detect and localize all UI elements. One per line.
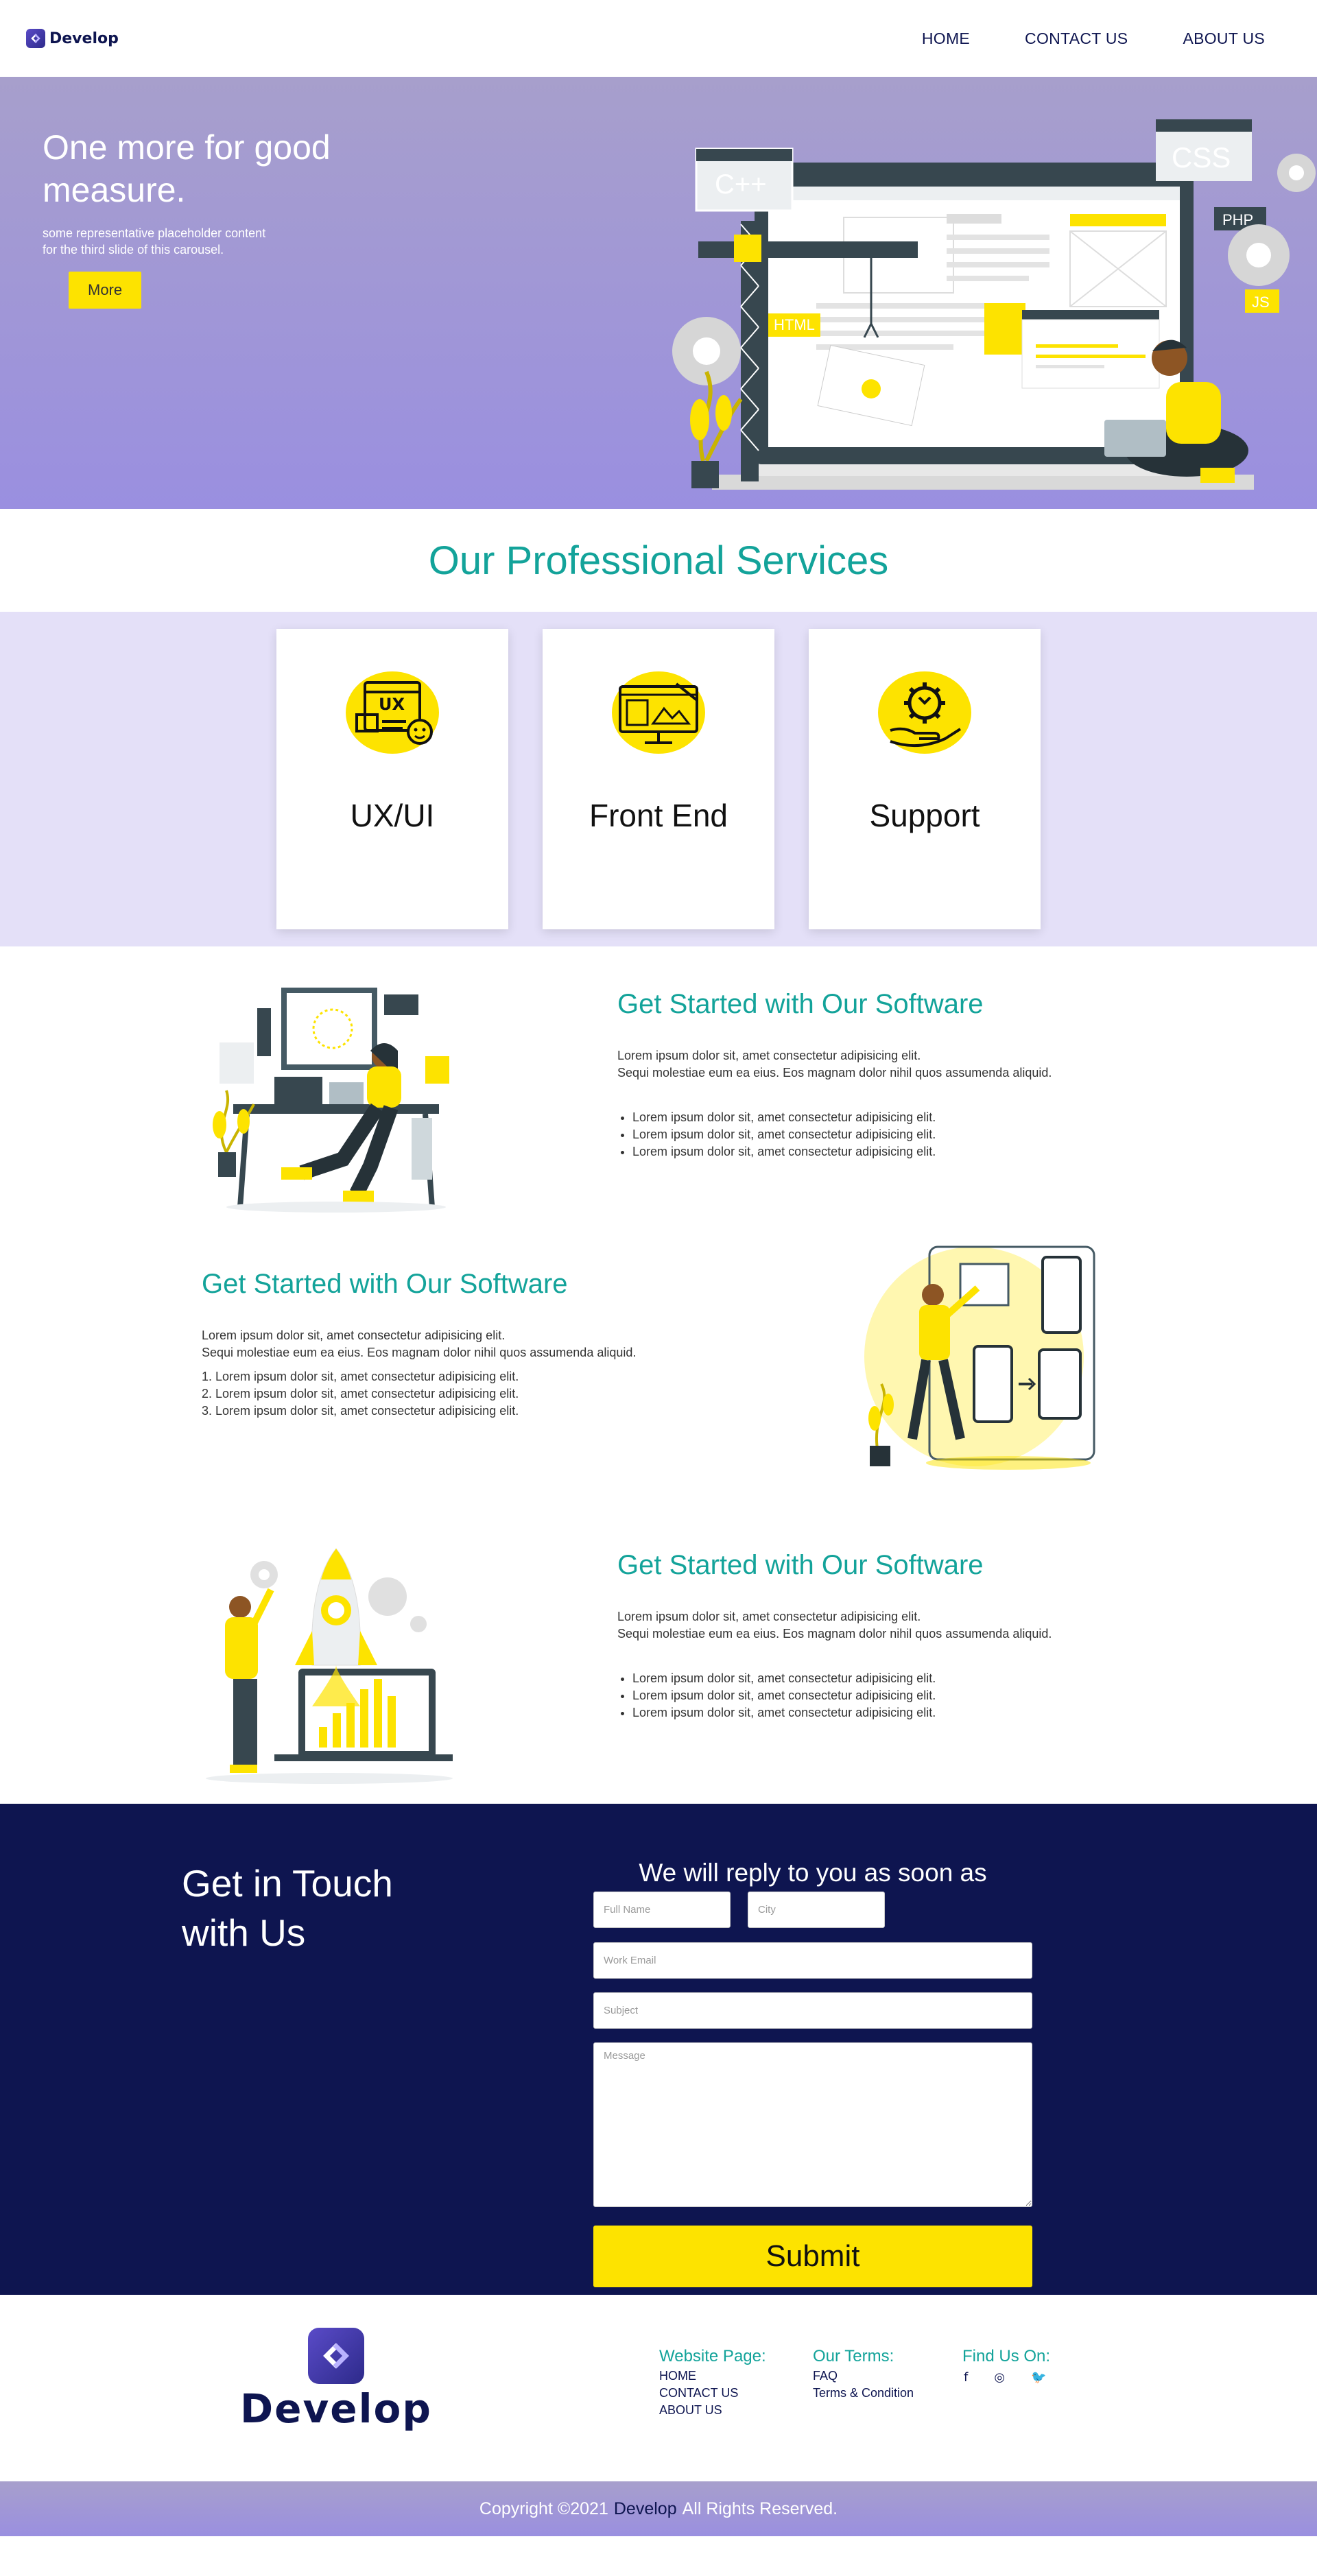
social-links: f ◎ 🐦 [962,2370,1050,2385]
service-label-support: Support [869,798,980,833]
cpp-tag-label: C++ [715,169,767,200]
brand-logo-icon [26,29,45,48]
footer-link-faq[interactable]: FAQ [813,2368,914,2385]
twitter-icon[interactable]: 🐦 [1031,2370,1046,2385]
services-cards: UX UX/UI Front End Support [0,612,1317,946]
hero-carousel: One more for good measure. some represen… [0,77,1317,509]
footer-terms-title: Our Terms: [813,2347,894,2365]
copyright-suffix: All Rights Reserved. [682,2499,838,2518]
php-tag-label: PHP [1222,211,1253,228]
feature-2-list: Lorem ipsum dolor sit, amet consectetur … [202,1368,750,1420]
copyright-prefix: Copyright ©2021 [479,2499,608,2518]
hero-title: One more for good measure. [43,128,331,209]
submit-button[interactable]: Submit [593,2226,1032,2287]
feature-1-body-line-1: Lorem ipsum dolor sit, amet consectetur … [617,1049,921,1062]
feature-3-list: Lorem ipsum dolor sit, amet consectetur … [617,1670,1166,1721]
feature-1-title: Get Started with Our Software [617,989,984,1019]
footer-brand-name: Develop [240,2385,432,2432]
nav-about-us[interactable]: ABOUT US [1155,29,1291,48]
html-tag-label: HTML [774,316,815,333]
service-card-front-end[interactable]: Front End [543,629,774,929]
brand-name: Develop [49,29,119,47]
feature-3-body-line-1: Lorem ipsum dolor sit, amet consectetur … [617,1610,921,1623]
feature-1-list: Lorem ipsum dolor sit, amet consectetur … [617,1109,1166,1160]
feature-section-1: Get Started with Our Software Lorem ipsu… [0,946,1317,1228]
service-label-front-end: Front End [589,798,728,833]
app-wireframe-illustration [864,1245,1095,1470]
rocket-launch-illustration [206,1548,453,1784]
list-item: Lorem ipsum dolor sit, amet consectetur … [632,1109,1166,1126]
services-heading: Our Professional Services [428,538,889,583]
contact-section: Get in Touch with Us We will reply to yo… [0,1804,1317,2295]
feature-section-3: Get Started with Our Software Lorem ipsu… [0,1514,1317,1804]
service-card-support[interactable]: Support [809,629,1041,929]
list-item: Lorem ipsum dolor sit, amet consectetur … [202,1385,750,1403]
footer-social-title: Find Us On: [962,2347,1051,2365]
list-item: Lorem ipsum dolor sit, amet consectetur … [632,1704,1166,1721]
feature-3-body-line-2: Sequi molestiae eum ea eius. Eos magnam … [617,1627,1052,1641]
hero-description: some representative placeholder content … [43,226,266,257]
facebook-icon[interactable]: f [964,2370,968,2385]
footer-brand-logo-icon [307,2328,364,2384]
feature-2-body-line-1: Lorem ipsum dolor sit, amet consectetur … [202,1328,506,1342]
css-tag-label: CSS [1172,141,1231,174]
footer-link-contact-us[interactable]: CONTACT US [659,2385,766,2402]
feature-3-title: Get Started with Our Software [617,1550,984,1580]
nav-home[interactable]: HOME [894,29,997,48]
hero-caption: One more for good measure. some represen… [43,126,331,309]
nav-links: HOME CONTACT US ABOUT US [894,29,1291,48]
service-card-ux-ui[interactable]: UX UX/UI [276,629,508,929]
footer-link-about-us[interactable]: ABOUT US [659,2402,766,2419]
designer-at-desk-illustration [213,988,449,1213]
ux-design-icon: UX [346,671,439,754]
subject-input[interactable] [593,1992,1032,2029]
list-item: Lorem ipsum dolor sit, amet consectetur … [632,1143,1166,1160]
footer: Develop Website Page: HOME CONTACT US AB… [0,2295,1317,2481]
support-gear-hand-icon [878,671,971,754]
js-tag-label: JS [1252,294,1270,311]
ux-icon-text: UX [379,695,405,714]
hero-more-button[interactable]: More [69,272,142,309]
list-item: Lorem ipsum dolor sit, amet consectetur … [202,1403,750,1420]
instagram-icon[interactable]: ◎ [994,2370,1005,2385]
full-name-input[interactable] [593,1892,731,1928]
services-section: Our Professional Services UX UX/UI Front… [0,509,1317,946]
feature-section-2: Get Started with Our Software Lorem ipsu… [0,1228,1317,1514]
feature-2-body-line-2: Sequi molestiae eum ea eius. Eos magnam … [202,1346,637,1359]
footer-terms-column: Our Terms: FAQ Terms & Condition [813,2347,914,2402]
front-end-monitor-icon [612,671,705,754]
web-development-illustration: HTML C++ CSS PHP JS [672,119,1316,490]
brand-link[interactable]: Develop [26,29,119,48]
copyright-bar: Copyright ©2021 Develop All Rights Reser… [0,2481,1317,2536]
message-textarea[interactable] [593,2042,1032,2207]
nav-contact-us[interactable]: CONTACT US [997,29,1155,48]
feature-2-title: Get Started with Our Software [202,1269,568,1299]
list-item: Lorem ipsum dolor sit, amet consectetur … [632,1670,1166,1687]
list-item: Lorem ipsum dolor sit, amet consectetur … [202,1368,750,1385]
footer-website-column: Website Page: HOME CONTACT US ABOUT US [659,2347,766,2419]
list-item: Lorem ipsum dolor sit, amet consectetur … [632,1687,1166,1704]
feature-1-body-line-2: Sequi molestiae eum ea eius. Eos magnam … [617,1066,1052,1080]
navbar: Develop HOME CONTACT US ABOUT US [0,0,1317,77]
footer-website-title: Website Page: [659,2347,766,2365]
footer-link-home[interactable]: HOME [659,2368,766,2385]
contact-title: Get in Touch with Us [182,1862,393,1954]
city-input[interactable] [748,1892,885,1928]
service-label-ux-ui: UX/UI [350,798,435,833]
work-email-input[interactable] [593,1942,1032,1979]
footer-social-column: Find Us On: f ◎ 🐦 [962,2347,1050,2385]
list-item: Lorem ipsum dolor sit, amet consectetur … [632,1126,1166,1143]
footer-link-terms[interactable]: Terms & Condition [813,2385,914,2402]
copyright-brand: Develop [613,2499,677,2518]
footer-logo[interactable]: Develop [240,2328,432,2432]
